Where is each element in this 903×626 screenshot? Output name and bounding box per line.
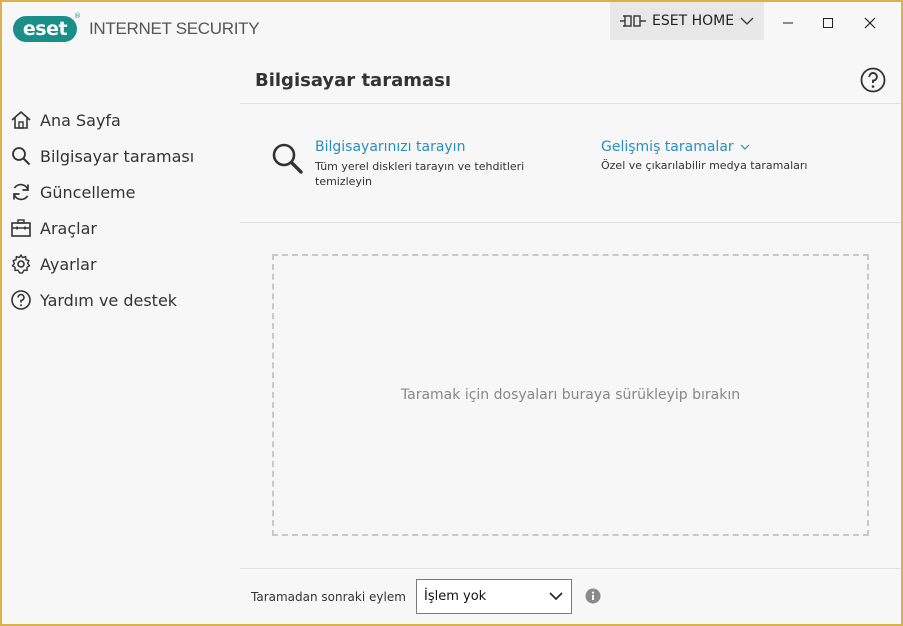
sidebar-item-label: Ana Sayfa (40, 110, 121, 130)
search-icon (12, 147, 31, 166)
minimize-icon (783, 22, 793, 24)
home-icon (11, 111, 31, 129)
connection-icon (620, 15, 646, 27)
scan-computer-description: Tüm yerel diskleri tarayın ve tehditleri… (315, 160, 525, 188)
close-button[interactable] (850, 6, 890, 40)
section-divider (240, 222, 901, 223)
gear-icon (11, 254, 31, 274)
sidebar-item-label: Yardım ve destek (40, 290, 178, 310)
title-bar: eset ® INTERNET SECURITY ESET HOME (2, 2, 901, 46)
sidebar-nav: Ana Sayfa Bilgisayar taraması Güncelleme (2, 102, 240, 318)
sidebar-item-settings[interactable]: Ayarlar (2, 246, 240, 282)
info-icon[interactable] (585, 588, 601, 604)
scan-computer-link[interactable]: Bilgisayarınızı tarayın (315, 139, 465, 155)
sidebar-item-label: Araçlar (40, 218, 97, 238)
chevron-down-icon (740, 144, 750, 150)
logo-badge: eset (13, 16, 77, 42)
sidebar-item-computer-scan[interactable]: Bilgisayar taraması (2, 138, 240, 174)
advanced-scans-link[interactable]: Gelişmiş taramalar (601, 139, 750, 155)
scan-options-panel: Bilgisayarınızı tarayın Tüm yerel diskle… (240, 104, 901, 222)
search-icon[interactable] (270, 141, 304, 175)
maximize-button[interactable] (808, 6, 848, 40)
close-icon (864, 17, 876, 29)
drop-zone-text: Taramak için dosyaları buraya sürükleyip… (400, 387, 741, 403)
file-drop-zone[interactable]: Taramak için dosyaları buraya sürükleyip… (272, 254, 869, 536)
maximize-icon (823, 18, 833, 28)
help-icon (11, 290, 31, 310)
product-name: INTERNET SECURITY (89, 19, 260, 38)
main-content: Bilgisayar taraması Bilgisayarınızı tara… (240, 46, 901, 624)
advanced-scans-description: Özel ve çıkarılabilir medya taramaları (601, 159, 808, 172)
sidebar-item-label: Bilgisayar taraması (40, 146, 195, 166)
chevron-down-icon (740, 17, 754, 25)
sidebar-item-help[interactable]: Yardım ve destek (2, 282, 240, 318)
sidebar-item-label: Güncelleme (40, 182, 136, 202)
sidebar-item-tools[interactable]: Araçlar (2, 210, 240, 246)
toolbox-icon (11, 219, 31, 237)
page-title: Bilgisayar taraması (255, 70, 452, 91)
chevron-down-icon (549, 592, 563, 600)
after-scan-selected-value: İşlem yok (424, 589, 487, 604)
sidebar-item-update[interactable]: Güncelleme (2, 174, 240, 210)
after-scan-label: Taramadan sonraki eylem (251, 590, 406, 604)
after-scan-bar: Taramadan sonraki eylem İşlem yok (240, 569, 901, 624)
sidebar-item-home[interactable]: Ana Sayfa (2, 102, 240, 138)
eset-logo: eset ® INTERNET SECURITY (13, 12, 260, 42)
sidebar-item-label: Ayarlar (40, 254, 97, 274)
eset-home-button[interactable]: ESET HOME (610, 2, 764, 40)
logo-registered-mark: ® (74, 12, 81, 20)
after-scan-action-select[interactable]: İşlem yok (416, 579, 572, 614)
refresh-icon (13, 183, 29, 201)
eset-home-label: ESET HOME (652, 13, 735, 29)
app-window: eset ® INTERNET SECURITY ESET HOME Ana S… (0, 0, 903, 626)
minimize-button[interactable] (768, 6, 808, 40)
help-icon[interactable] (859, 66, 887, 94)
advanced-scans-label: Gelişmiş taramalar (601, 139, 734, 155)
